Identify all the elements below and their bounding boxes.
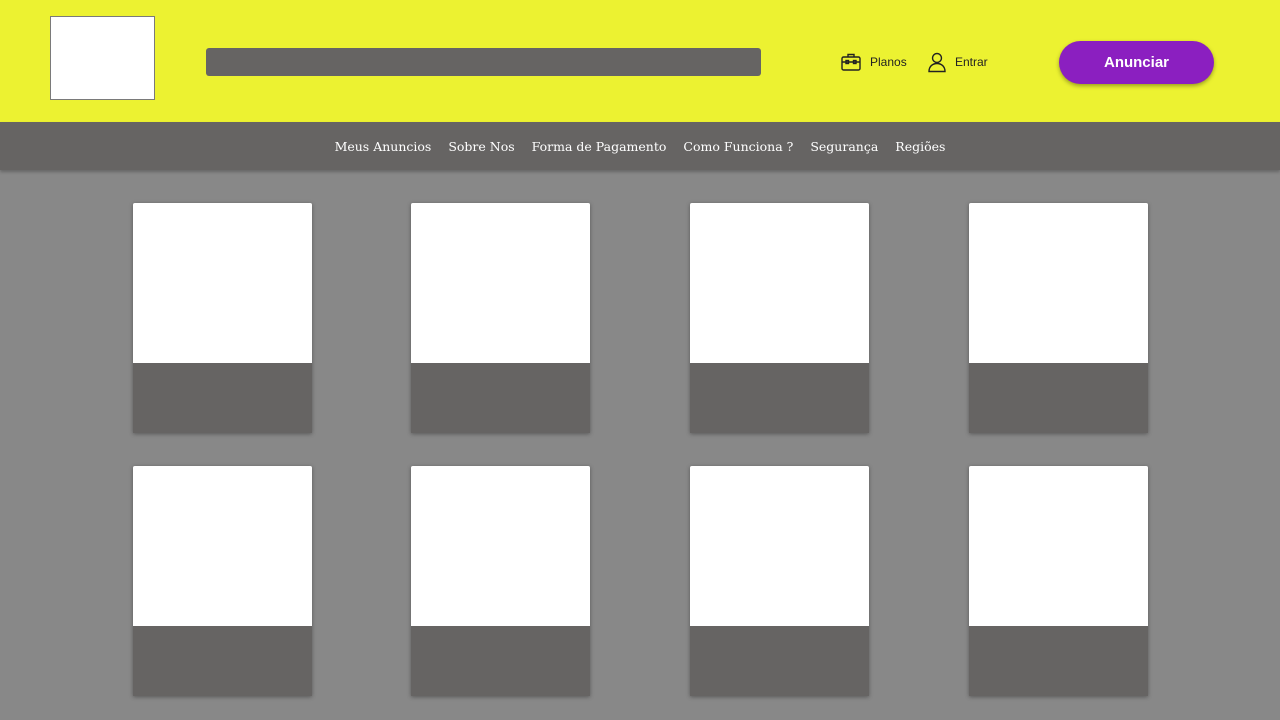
listing-card[interactable] <box>969 203 1148 433</box>
listing-image-placeholder <box>133 466 312 626</box>
listing-image-placeholder <box>969 466 1148 626</box>
listing-card[interactable] <box>411 466 590 696</box>
listing-image-placeholder <box>690 466 869 626</box>
listing-footer <box>411 363 590 433</box>
listing-card[interactable] <box>133 203 312 433</box>
listing-footer <box>969 626 1148 696</box>
listings-grid <box>0 0 1280 720</box>
listing-card[interactable] <box>411 203 590 433</box>
listing-image-placeholder <box>411 466 590 626</box>
listing-card[interactable] <box>690 466 869 696</box>
listing-card[interactable] <box>133 466 312 696</box>
listing-image-placeholder <box>133 203 312 363</box>
listing-footer <box>133 626 312 696</box>
listing-card[interactable] <box>690 203 869 433</box>
listing-footer <box>690 626 869 696</box>
listing-image-placeholder <box>690 203 869 363</box>
listing-card[interactable] <box>969 466 1148 696</box>
listing-footer <box>133 363 312 433</box>
listing-image-placeholder <box>969 203 1148 363</box>
listing-footer <box>690 363 869 433</box>
listing-image-placeholder <box>411 203 590 363</box>
listing-footer <box>969 363 1148 433</box>
listing-footer <box>411 626 590 696</box>
